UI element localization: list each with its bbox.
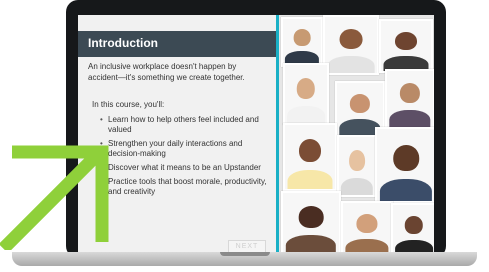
person-photo <box>385 69 434 129</box>
person-photo <box>379 19 433 73</box>
slide-intro-text: An inclusive workplace doesn't happen by… <box>88 62 245 82</box>
arrow-up-right-icon <box>0 145 109 250</box>
person-photo <box>281 17 323 67</box>
slide-title: Introduction <box>88 36 158 50</box>
person-photo <box>283 63 329 125</box>
laptop-notch <box>220 252 270 256</box>
person-photo <box>323 15 379 75</box>
course-screen: Introduction An inclusive workplace does… <box>78 15 434 253</box>
person-photo <box>341 201 393 253</box>
person-photo <box>283 123 337 191</box>
people-photo-collage <box>279 15 434 253</box>
list-item: Learn how to help others feel included a… <box>100 115 270 135</box>
person-photo <box>375 127 434 203</box>
slide-title-bar: Introduction <box>78 31 276 57</box>
slide-lead-text: In this course, you'll: <box>92 100 165 109</box>
person-photo <box>391 203 434 253</box>
person-photo <box>337 135 377 197</box>
person-photo <box>281 191 341 253</box>
